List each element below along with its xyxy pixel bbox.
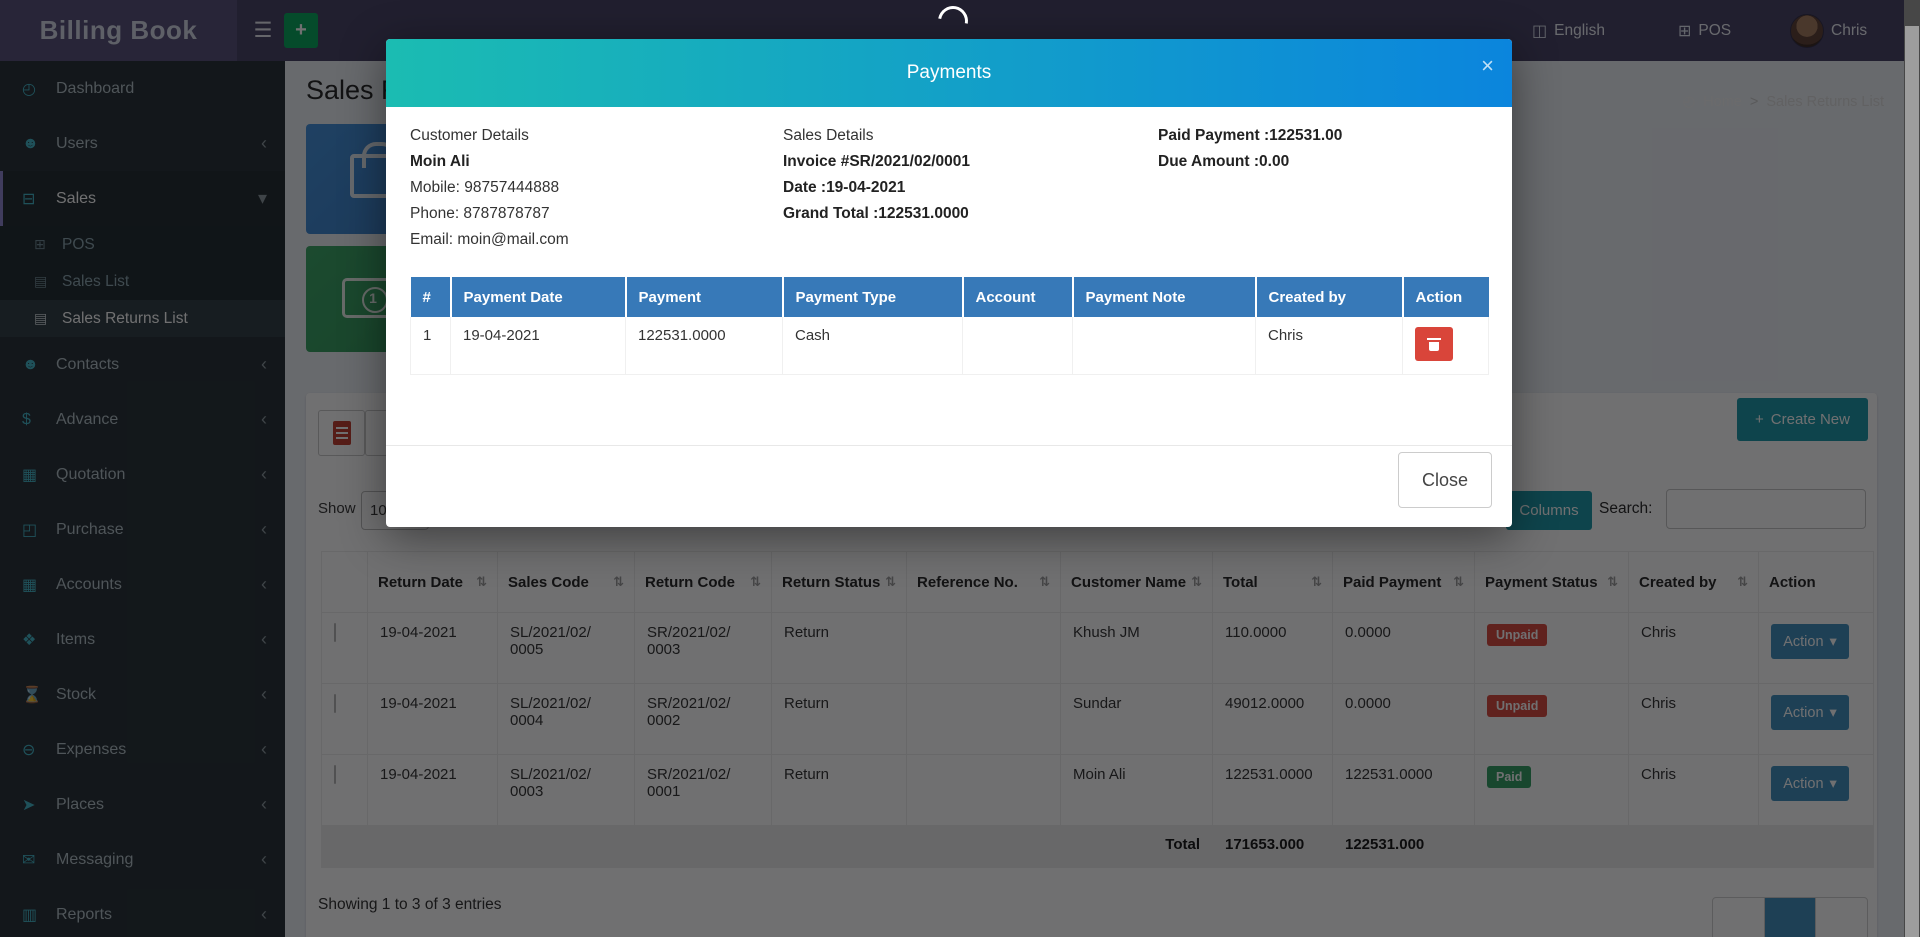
- grand-total: Grand Total :122531.0000: [783, 201, 1133, 227]
- paid-payment: Paid Payment :122531.00: [1158, 123, 1508, 149]
- payments-header-row: # Payment Date Payment Payment Type Acco…: [411, 277, 1489, 317]
- scrollbar-thumb[interactable]: [1905, 26, 1919, 937]
- customer-email: Email: moin@mail.com: [410, 227, 760, 253]
- close-button[interactable]: Close: [1398, 452, 1492, 508]
- delete-payment-button[interactable]: [1415, 327, 1453, 361]
- sales-details-heading: Sales Details: [783, 123, 1133, 149]
- payments-modal: Payments × Customer Details Moin Ali Mob…: [386, 39, 1512, 527]
- customer-phone: Phone: 8787878787: [410, 201, 760, 227]
- payment-summary: Paid Payment :122531.00 Due Amount :0.00: [1158, 123, 1508, 175]
- customer-details-heading: Customer Details: [410, 123, 760, 149]
- sales-details: Sales Details Invoice #SR/2021/02/0001 D…: [783, 123, 1133, 227]
- payment-amount: 122531.0000: [626, 317, 783, 375]
- invoice-number: Invoice #SR/2021/02/0001: [783, 149, 1133, 175]
- payment-num: 1: [411, 317, 451, 375]
- payment-note: [1073, 317, 1256, 375]
- customer-name: Moin Ali: [410, 149, 760, 175]
- scrollbar[interactable]: [1904, 0, 1920, 937]
- payment-row: 1 19-04-2021 122531.0000 Cash Chris: [411, 317, 1489, 375]
- invoice-date: Date :19-04-2021: [783, 175, 1133, 201]
- modal-header: Payments ×: [386, 39, 1512, 107]
- payment-created-by: Chris: [1256, 317, 1403, 375]
- close-icon[interactable]: ×: [1481, 55, 1494, 77]
- due-amount: Due Amount :0.00: [1158, 149, 1508, 175]
- payment-type: Cash: [783, 317, 963, 375]
- app-root: Billing Book ☰ + ◫ English ⊞ POS Chris ◴…: [0, 0, 1920, 937]
- payment-account: [963, 317, 1073, 375]
- payment-date: 19-04-2021: [451, 317, 626, 375]
- modal-title: Payments: [907, 62, 991, 84]
- trash-icon: [1428, 338, 1440, 350]
- payments-table: # Payment Date Payment Payment Type Acco…: [410, 277, 1489, 375]
- customer-details: Customer Details Moin Ali Mobile: 987574…: [410, 123, 760, 253]
- customer-mobile: Mobile: 98757444888: [410, 175, 760, 201]
- modal-footer-divider: [386, 445, 1512, 446]
